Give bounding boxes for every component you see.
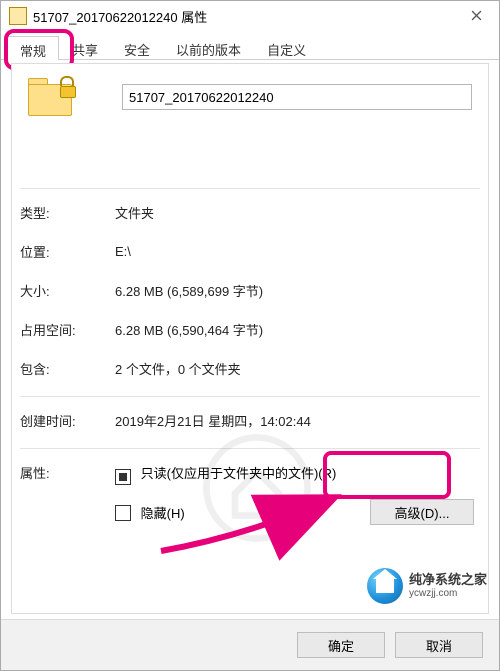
contains-label: 包含:	[12, 359, 115, 378]
size-on-disk-value: 6.28 MB (6,590,464 字节)	[115, 320, 263, 339]
close-icon	[471, 10, 482, 21]
readonly-label: 只读(仅应用于文件夹中的文件)(R)	[141, 466, 337, 481]
tab-share[interactable]: 共享	[59, 35, 111, 59]
separator	[20, 188, 480, 189]
advanced-button[interactable]: 高级(D)...	[370, 499, 474, 525]
location-label: 位置:	[12, 242, 115, 261]
tab-custom[interactable]: 自定义	[254, 35, 319, 59]
created-value: 2019年2月21日 星期四，14:02:44	[115, 411, 311, 430]
folder-icon	[9, 7, 27, 25]
cancel-button[interactable]: 取消	[395, 632, 483, 658]
close-button[interactable]	[454, 1, 499, 29]
tab-panel-general: 类型: 文件夹 位置: E:\ 大小: 6.28 MB (6,589,699 字…	[11, 63, 489, 614]
size-on-disk-label: 占用空间:	[12, 320, 115, 339]
type-label: 类型:	[12, 203, 115, 222]
folder-locked-icon	[28, 78, 72, 118]
readonly-checkbox[interactable]	[115, 469, 131, 485]
type-value: 文件夹	[115, 203, 154, 222]
titlebar: 51707_20170622012240 属性	[1, 1, 499, 31]
properties-dialog: 51707_20170622012240 属性 常规 共享 安全 以前的版本 自…	[0, 0, 500, 671]
hidden-label: 隐藏(H)	[141, 506, 185, 521]
size-value: 6.28 MB (6,589,699 字节)	[115, 281, 263, 300]
contains-value: 2 个文件，0 个文件夹	[115, 359, 241, 378]
hidden-checkbox-row[interactable]: 隐藏(H)	[115, 503, 185, 522]
folder-name-input[interactable]	[122, 84, 472, 110]
tab-general[interactable]: 常规	[7, 36, 59, 60]
created-label: 创建时间:	[12, 411, 115, 430]
separator	[20, 448, 480, 449]
readonly-checkbox-row[interactable]: 只读(仅应用于文件夹中的文件)(R)	[115, 463, 488, 485]
separator	[20, 396, 480, 397]
ok-button[interactable]: 确定	[297, 632, 385, 658]
dialog-button-bar: 确定 取消	[1, 619, 499, 670]
attributes-label: 属性:	[12, 463, 115, 482]
size-label: 大小:	[12, 281, 115, 300]
tab-previous-versions[interactable]: 以前的版本	[163, 35, 254, 59]
tab-security[interactable]: 安全	[111, 35, 163, 59]
location-value: E:\	[115, 244, 131, 259]
window-title: 51707_20170622012240 属性	[33, 7, 207, 26]
tab-bar: 常规 共享 安全 以前的版本 自定义	[1, 31, 499, 60]
hidden-checkbox[interactable]	[115, 505, 131, 521]
